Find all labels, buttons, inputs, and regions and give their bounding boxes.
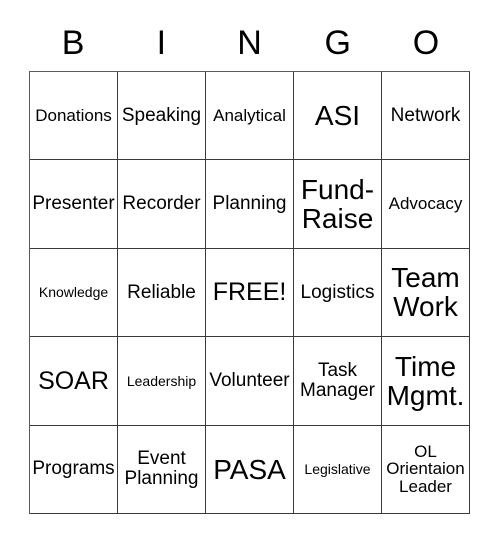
bingo-cell-label: Legislative xyxy=(304,460,371,477)
bingo-cell-label: Advocacy xyxy=(388,194,463,214)
bingo-header-letter-b: B xyxy=(61,23,85,62)
bingo-cell-label: Presenter xyxy=(32,193,115,215)
bingo-cell-label: Analytical xyxy=(213,105,286,125)
bingo-header-letter-g: G xyxy=(324,23,351,62)
bingo-cell-label: Network xyxy=(390,104,461,126)
bingo-cell-label: Recorder xyxy=(122,193,201,215)
bingo-cell[interactable]: Task Manager xyxy=(294,337,382,426)
bingo-cell-label: Time Mgmt. xyxy=(386,350,465,411)
bingo-header-letter-n: N xyxy=(237,23,262,62)
bingo-header-row: BINGO xyxy=(29,14,470,71)
bingo-cell[interactable]: Donations xyxy=(30,72,118,161)
bingo-cell[interactable]: Speaking xyxy=(118,72,206,161)
bingo-cell-label: Event Planning xyxy=(124,448,199,490)
bingo-cell-label: Leadership xyxy=(126,372,197,389)
bingo-cell-label: Reliable xyxy=(127,281,196,303)
bingo-cell[interactable]: Programs xyxy=(30,425,118,514)
bingo-cell[interactable]: ASI xyxy=(294,72,382,161)
bingo-free-space-cell[interactable]: FREE! xyxy=(206,248,294,338)
bingo-cell-label: SOAR xyxy=(38,366,109,395)
bingo-cell-label: Donations xyxy=(35,105,112,125)
bingo-cell-label: Speaking xyxy=(121,104,202,126)
bingo-cell-label: Programs xyxy=(32,458,115,480)
bingo-cell[interactable]: Time Mgmt. xyxy=(382,337,470,426)
bingo-cell[interactable]: Event Planning xyxy=(118,425,206,514)
bingo-cell-label: Knowledge xyxy=(38,284,109,301)
bingo-cell[interactable]: Planning xyxy=(206,160,294,249)
bingo-header-letter-i: I xyxy=(156,23,167,62)
bingo-cell[interactable]: Logistics xyxy=(294,248,382,338)
bingo-cell[interactable]: Team Work xyxy=(382,248,470,338)
bingo-cell[interactable]: Leadership xyxy=(118,337,206,426)
bingo-cell[interactable]: PASA xyxy=(206,425,294,514)
bingo-cell-label: OL Orientaion Leader xyxy=(386,441,465,497)
bingo-cell[interactable]: Presenter xyxy=(30,160,118,249)
bingo-cell[interactable]: Network xyxy=(382,72,470,161)
bingo-cell[interactable]: Analytical xyxy=(206,72,294,161)
bingo-cell-label: Task Manager xyxy=(300,359,375,401)
bingo-cell[interactable]: Legislative xyxy=(294,425,382,514)
bingo-cell[interactable]: OL Orientaion Leader xyxy=(382,425,470,514)
bingo-cell-label: Fund- Raise xyxy=(300,173,375,235)
bingo-grid: Donations Speaking Analytical ASI Network Pre… xyxy=(29,71,470,514)
bingo-cell-label: PASA xyxy=(213,453,286,485)
bingo-cell-label: Logistics xyxy=(300,281,375,303)
bingo-cell-label: Planning xyxy=(212,193,287,215)
bingo-header-letter-o: O xyxy=(412,23,440,62)
bingo-cell-label: FREE! xyxy=(212,278,287,307)
bingo-cell-label: Volunteer xyxy=(209,369,290,391)
bingo-cell[interactable]: Fund- Raise xyxy=(294,160,382,249)
bingo-cell-label: Team Work xyxy=(391,262,460,323)
bingo-cell[interactable]: Knowledge xyxy=(30,248,118,338)
bingo-cell[interactable]: Recorder xyxy=(118,160,206,249)
bingo-cell[interactable]: Advocacy xyxy=(382,160,470,249)
bingo-cell[interactable]: SOAR xyxy=(30,337,118,426)
bingo-cell-label: ASI xyxy=(314,100,361,131)
bingo-card: B I N G O Donations Speaking Analytical ASI Netw… xyxy=(0,0,500,544)
bingo-cell[interactable]: Reliable xyxy=(118,248,206,338)
bingo-cell[interactable]: Volunteer xyxy=(206,337,294,426)
